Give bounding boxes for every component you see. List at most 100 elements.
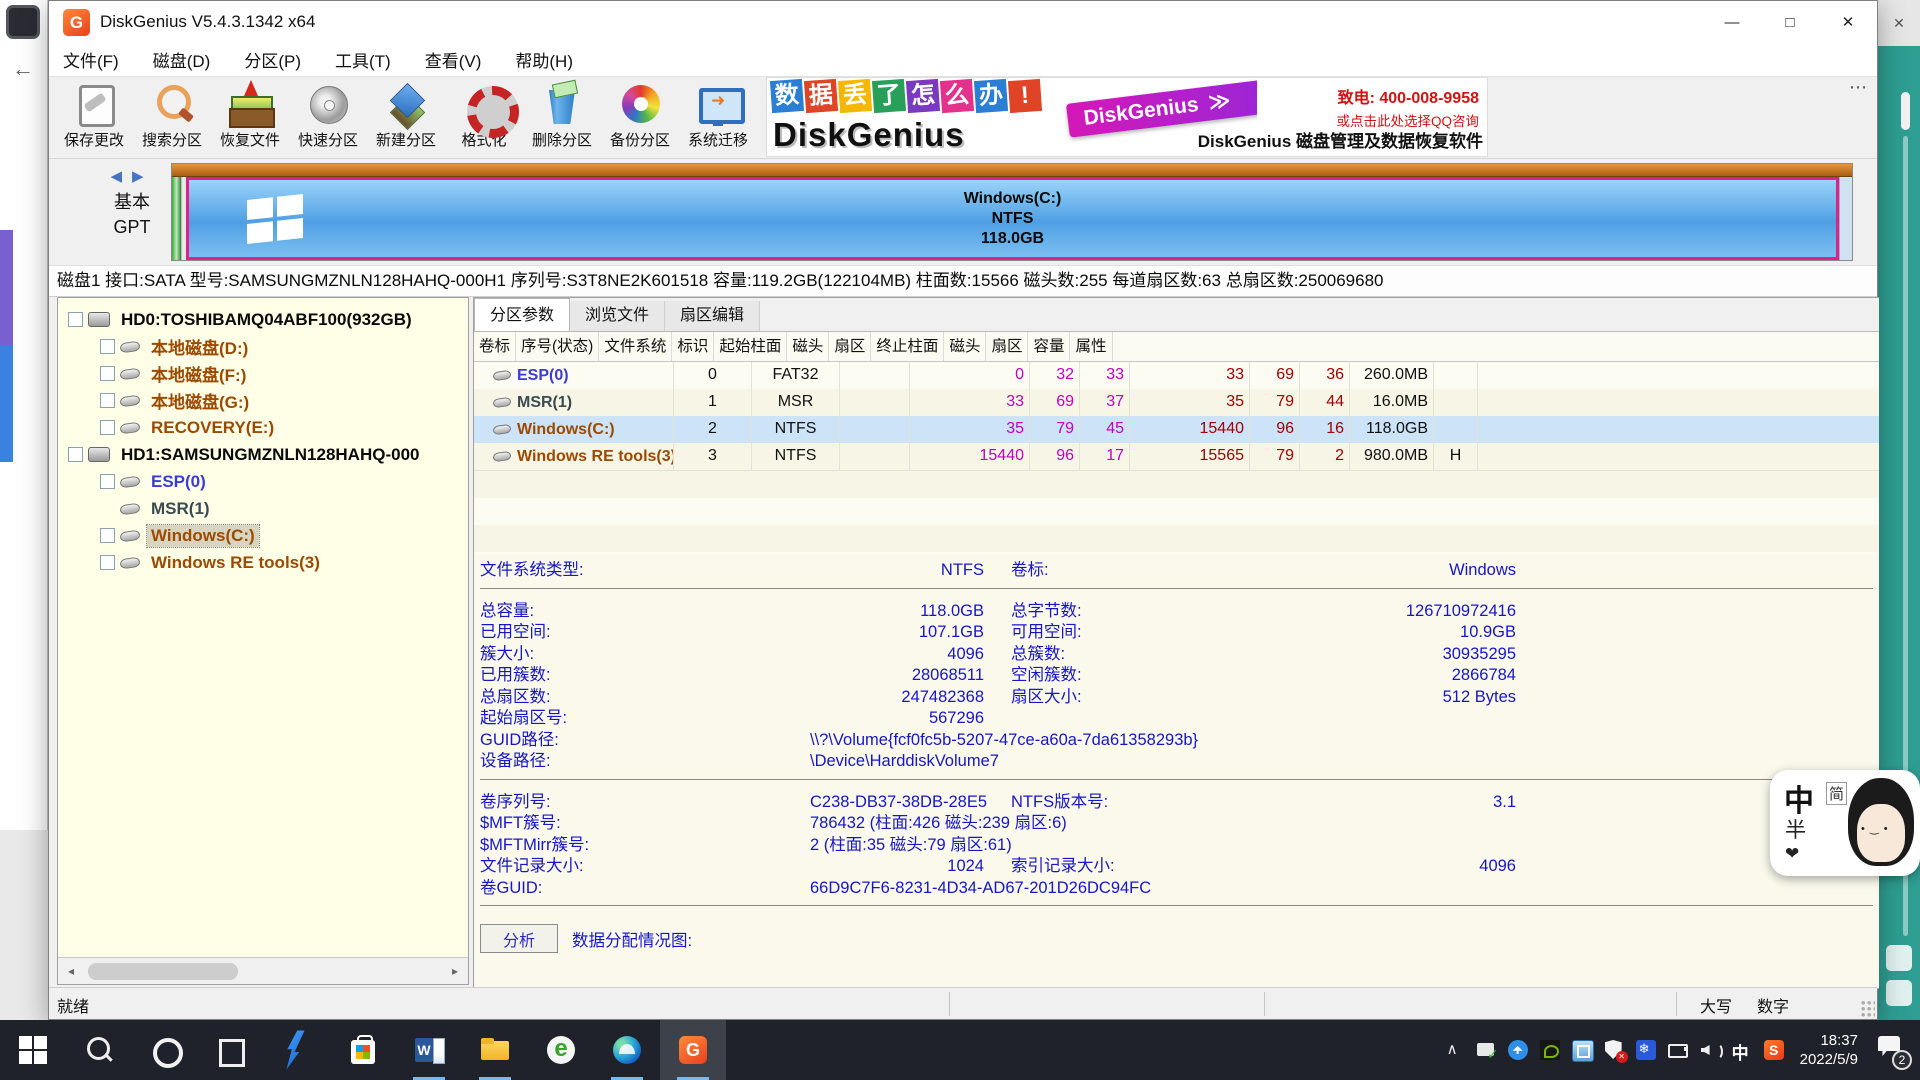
expander-icon[interactable]: [100, 420, 115, 435]
taskbar-app-button[interactable]: [264, 1020, 330, 1080]
column-header[interactable]: 容量: [1028, 332, 1070, 361]
tree-item[interactable]: HD0:TOSHIBAMQ04ABF100(932GB): [58, 306, 468, 333]
tray-icon-button[interactable]: [1694, 1020, 1726, 1080]
tray-icon-button[interactable]: [1662, 1020, 1694, 1080]
tray-icon-button[interactable]: [1470, 1020, 1502, 1080]
next-partition-icon[interactable]: ▶: [132, 168, 154, 185]
column-header[interactable]: 终止柱面: [871, 332, 944, 361]
tray-icon-button[interactable]: [1534, 1020, 1566, 1080]
column-header[interactable]: 磁头: [787, 332, 829, 361]
tray-icon-button[interactable]: [1598, 1020, 1630, 1080]
toolbar-button[interactable]: 格式化: [445, 77, 523, 157]
tab[interactable]: 浏览文件: [570, 301, 665, 331]
column-header[interactable]: 扇区: [986, 332, 1028, 361]
toolbar-button[interactable]: 快速分区: [289, 77, 367, 157]
tree-item[interactable]: ESP(0): [58, 468, 468, 495]
close-button[interactable]: ✕: [1819, 1, 1877, 43]
column-header[interactable]: 序号(状态): [516, 332, 599, 361]
toolbar-button[interactable]: 新建分区: [367, 77, 445, 157]
toolbar-button[interactable]: 保存更改: [55, 77, 133, 157]
tree-item[interactable]: Windows(C:): [58, 522, 468, 549]
expander-icon[interactable]: [68, 447, 83, 462]
tree-item[interactable]: HD1:SAMSUNGMZNLN128HAHQ-000: [58, 441, 468, 468]
expander-icon[interactable]: [100, 555, 115, 570]
expander-icon[interactable]: [100, 339, 115, 354]
menu-item[interactable]: 查看(V): [421, 44, 486, 75]
taskbar-app-button[interactable]: [198, 1020, 264, 1080]
menu-item[interactable]: 分区(P): [240, 44, 305, 75]
toolbar-button[interactable]: 搜索分区: [133, 77, 211, 157]
expander-icon[interactable]: [100, 474, 115, 489]
taskbar-app-button[interactable]: [528, 1020, 594, 1080]
taskbar-app-button[interactable]: [594, 1020, 660, 1080]
menu-item[interactable]: 磁盘(D): [149, 44, 215, 75]
tab[interactable]: 分区参数: [474, 298, 570, 331]
toolbar-button[interactable]: 系统迁移: [679, 77, 757, 157]
action-center-button[interactable]: 2: [1870, 1020, 1914, 1080]
taskbar-app-button[interactable]: [330, 1020, 396, 1080]
toolbar-button[interactable]: 备份分区: [601, 77, 679, 157]
taskbar-app-button[interactable]: [396, 1020, 462, 1080]
column-header[interactable]: 属性: [1070, 332, 1112, 361]
taskbar-app-button[interactable]: [462, 1020, 528, 1080]
tree-item[interactable]: 本地磁盘(G:): [58, 387, 468, 414]
tray-icon-button[interactable]: [1726, 1020, 1758, 1080]
tree-horizontal-scrollbar[interactable]: ◂ ▸: [58, 957, 468, 984]
expander-icon[interactable]: [100, 366, 115, 381]
tray-icon-button[interactable]: [1502, 1020, 1534, 1080]
expander-icon[interactable]: [100, 528, 115, 543]
table-row[interactable]: ESP(0) 0 FAT32 0 32 33 33 69 36 260.0MB: [474, 362, 1879, 389]
minimize-button[interactable]: —: [1703, 1, 1761, 43]
menu-item[interactable]: 帮助(H): [511, 44, 577, 75]
toolbar-button[interactable]: 删除分区: [523, 77, 601, 157]
browser-tab-icon[interactable]: [6, 5, 40, 39]
column-header[interactable]: 扇区: [829, 332, 871, 361]
tree-item[interactable]: RECOVERY(E:): [58, 414, 468, 441]
tab[interactable]: 扇区编辑: [665, 301, 760, 331]
resize-grip[interactable]: [1859, 1001, 1875, 1017]
taskbar-app-button[interactable]: [132, 1020, 198, 1080]
table-row[interactable]: MSR(1) 1 MSR 33 69 37 35 79 44 16.0MB: [474, 389, 1879, 416]
more-icon[interactable]: ⋯: [1839, 77, 1877, 98]
tree-item[interactable]: Windows RE tools(3): [58, 549, 468, 576]
tray-icon-button[interactable]: [1566, 1020, 1598, 1080]
prev-partition-icon[interactable]: ◀: [110, 168, 132, 185]
expander-icon[interactable]: [68, 312, 83, 327]
expander-icon[interactable]: [100, 393, 115, 408]
menu-item[interactable]: 工具(T): [331, 44, 395, 75]
esp-partition-segment[interactable]: [172, 177, 181, 260]
menu-item[interactable]: 文件(F): [59, 44, 123, 75]
column-header[interactable]: 磁头: [944, 332, 986, 361]
background-scroll-thumb[interactable]: [1901, 92, 1910, 130]
maximize-button[interactable]: □: [1761, 1, 1819, 43]
background-close-icon[interactable]: ✕: [1878, 0, 1920, 46]
tray-icon-button[interactable]: [1758, 1020, 1790, 1080]
column-header[interactable]: 文件系统: [599, 332, 672, 361]
desktop-icon[interactable]: [1886, 980, 1912, 1006]
table-row[interactable]: Windows RE tools(3) 3 NTFS 15440 96 17 1…: [474, 443, 1879, 470]
scroll-thumb[interactable]: [88, 963, 238, 980]
scroll-right-icon[interactable]: ▸: [442, 958, 468, 984]
analyze-button[interactable]: 分析: [480, 924, 558, 953]
column-header[interactable]: 卷标: [474, 332, 516, 361]
taskbar-app-button[interactable]: [66, 1020, 132, 1080]
windows-partition-segment[interactable]: Windows(C:) NTFS 118.0GB: [186, 177, 1839, 260]
tree-item[interactable]: 本地磁盘(D:): [58, 333, 468, 360]
taskbar-app-button[interactable]: [0, 1020, 66, 1080]
tray-icon-button[interactable]: [1438, 1020, 1470, 1080]
tree-item[interactable]: MSR(1): [58, 495, 468, 522]
recovery-partition-segment[interactable]: [1839, 177, 1852, 260]
ime-sticker[interactable]: 中 简 半 ❤: [1770, 770, 1920, 876]
taskbar-app-button[interactable]: [660, 1020, 726, 1080]
desktop-icon[interactable]: [1886, 945, 1912, 971]
back-arrow-icon[interactable]: ←: [12, 56, 34, 82]
ad-banner[interactable]: 数据丢了怎么办! DiskGenius DiskGenius 致电: 400-0…: [766, 77, 1488, 157]
taskbar-clock[interactable]: 18:37 2022/5/9: [1790, 1031, 1870, 1069]
tray-icon-button[interactable]: [1630, 1020, 1662, 1080]
toolbar-button[interactable]: 恢复文件: [211, 77, 289, 157]
column-header[interactable]: 标识: [672, 332, 714, 361]
table-row[interactable]: Windows(C:) 2 NTFS 35 79 45 15440 96 16 …: [474, 416, 1879, 443]
tree-item[interactable]: 本地磁盘(F:): [58, 360, 468, 387]
column-header[interactable]: 起始柱面: [714, 332, 787, 361]
scroll-left-icon[interactable]: ◂: [58, 958, 84, 984]
